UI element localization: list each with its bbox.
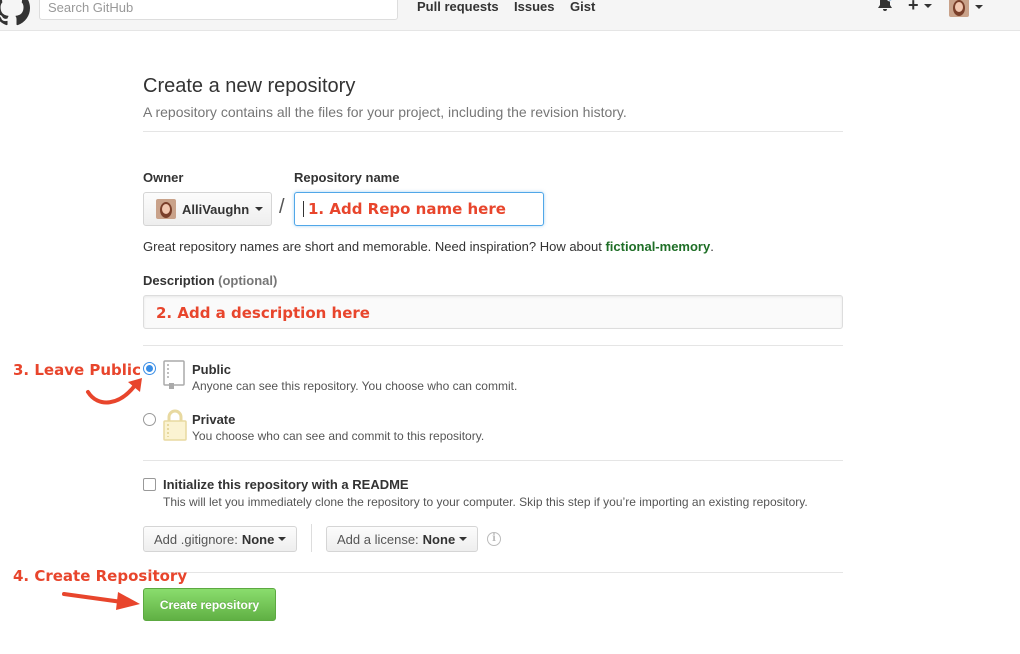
private-option-desc: You choose who can see and commit to thi… (192, 429, 485, 443)
search-input[interactable] (39, 0, 398, 20)
nav-gist[interactable]: Gist (570, 0, 595, 14)
owner-avatar (156, 199, 176, 219)
page-subtitle: A repository contains all the files for … (143, 104, 627, 120)
owner-repo-separator: / (279, 196, 285, 218)
gitignore-value: None (241, 531, 275, 547)
nav-issues[interactable]: Issues (514, 0, 554, 14)
owner-select[interactable]: AlliVaughn (143, 192, 272, 226)
avatar-caret-icon[interactable] (975, 5, 983, 9)
public-option-desc: Anyone can see this repository. You choo… (192, 379, 518, 393)
readme-option-title: Initialize this repository with a README (163, 477, 409, 492)
nav-pull-requests[interactable]: Pull requests (417, 0, 499, 14)
divider (143, 345, 843, 346)
chevron-down-icon (459, 537, 468, 541)
readme-option-desc: This will let you immediately clone the … (163, 495, 808, 509)
license-select[interactable]: Add a license: None (326, 526, 479, 552)
name-suggestion-link[interactable]: fictional-memory (605, 239, 710, 254)
arrow-icon (62, 592, 140, 610)
repo-name-label: Repository name (294, 170, 400, 185)
readme-checkbox[interactable] (143, 478, 156, 491)
description-label: Description (optional) (143, 273, 278, 288)
chevron-down-icon (255, 207, 264, 211)
avatar[interactable] (949, 0, 969, 17)
info-icon[interactable]: i (487, 532, 501, 546)
divider (143, 131, 843, 132)
lock-icon (163, 409, 187, 441)
plus-icon[interactable]: + (908, 0, 932, 16)
license-value: None (422, 531, 456, 547)
repo-name-hint: Great repository names are short and mem… (143, 239, 714, 254)
page-title: Create a new repository (143, 75, 356, 97)
create-repository-button[interactable]: Create repository (143, 588, 276, 621)
arrow-icon (86, 378, 142, 405)
divider (143, 572, 843, 573)
annotation-step-1: 1. Add Repo name here (308, 200, 506, 218)
divider (311, 524, 312, 552)
repo-book-icon (163, 360, 185, 389)
owner-label: Owner (143, 170, 184, 185)
public-radio[interactable] (143, 362, 156, 375)
owner-value: AlliVaughn (182, 201, 250, 217)
chevron-down-icon (278, 537, 287, 541)
optional-tag: (optional) (218, 273, 278, 288)
private-option-title: Private (192, 412, 236, 427)
public-option-title: Public (192, 362, 232, 377)
text-cursor (303, 201, 304, 217)
annotation-step-4: 4. Create Repository (13, 567, 188, 585)
top-header: Pull requests Issues Gist + (0, 0, 1020, 31)
bell-icon[interactable] (877, 0, 893, 13)
divider (143, 460, 843, 461)
private-radio[interactable] (143, 413, 156, 426)
gitignore-select[interactable]: Add .gitignore: None (143, 526, 298, 552)
github-logo-icon[interactable] (0, 0, 30, 26)
annotation-step-2: 2. Add a description here (156, 304, 370, 322)
